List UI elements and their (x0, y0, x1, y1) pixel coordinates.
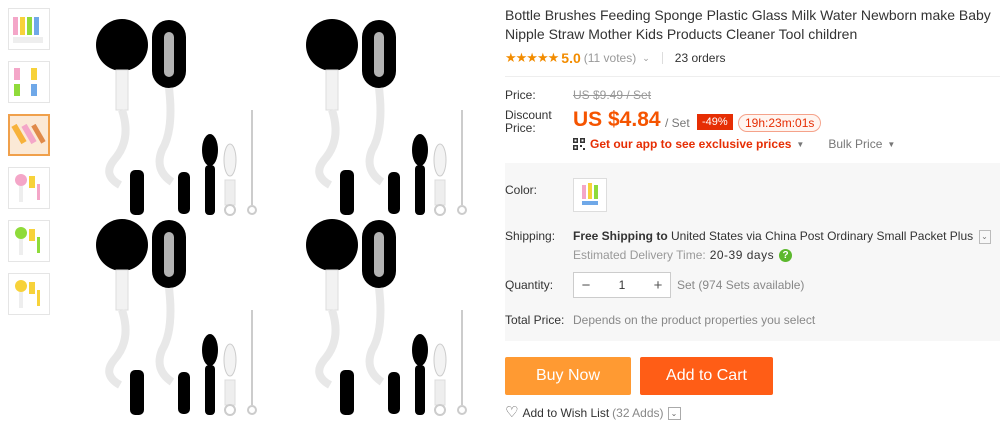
wish-list-link[interactable]: Add to Wish List (522, 406, 609, 420)
brush-set-yellow: .y .bh{fill:#f7d23a}.y .hd{fill:#f7d23a}… (306, 19, 466, 215)
delivery-days: 20-39 days (709, 248, 775, 262)
brush-set-green: .g .bh{fill:#8fdb3a}.g .hd{fill:#8fdb3a}… (96, 219, 256, 415)
shipping-destination: United States via China Post Ordinary Sm… (671, 229, 974, 243)
total-price-note: Depends on the product properties you se… (573, 313, 816, 327)
quantity-label: Quantity: (505, 278, 554, 292)
increase-quantity-button[interactable]: + (646, 277, 670, 294)
shipping-label: Shipping: (505, 229, 556, 243)
brush-set-pink: .p .bh{fill:#f4a6c8}.p .hd{fill:#f4a6c8}… (96, 19, 256, 215)
thumbnail-strip (8, 8, 52, 326)
heart-icon[interactable]: ♡ (505, 405, 518, 420)
product-title: Bottle Brushes Feeding Sponge Plastic Gl… (505, 7, 991, 42)
shipping-option[interactable]: Free Shipping to United States via China… (573, 229, 991, 244)
original-price: US $9.49 / Set (573, 88, 652, 102)
caret-down-icon[interactable]: ▼ (887, 140, 895, 149)
brush-set-blue: .b .bh{fill:#6fa8e8}.b .hd{fill:#6fa8e8}… (306, 219, 466, 415)
availability-text: Set (974 Sets available) (677, 278, 805, 292)
quantity-stepper: − 1 + (573, 272, 671, 298)
thumbnail-3[interactable] (8, 114, 50, 156)
thumbnail-2[interactable] (8, 61, 50, 103)
discount-price-label-2: Price: (505, 121, 536, 135)
discount-price-label-1: Discount (505, 108, 552, 122)
app-promo-link[interactable]: Get our app to see exclusive prices (590, 137, 791, 151)
caret-down-icon[interactable]: ▼ (796, 140, 804, 149)
quantity-input[interactable]: 1 (598, 278, 646, 292)
chevron-down-icon[interactable]: ⌄ (978, 229, 991, 244)
help-icon[interactable]: ? (779, 248, 793, 262)
rating-row: ★★★★★ 5.0 (11 votes) ⌄ 23 orders (505, 50, 725, 66)
free-shipping-text: Free Shipping to (573, 229, 668, 243)
delivery-label: Estimated Delivery Time: (573, 248, 706, 262)
orders-count: 23 orders (674, 51, 726, 65)
color-label: Color: (505, 183, 538, 197)
product-info-panel: Bottle Brushes Feeding Sponge Plastic Gl… (505, 0, 1000, 432)
price-label: Price: (505, 88, 536, 102)
divider (505, 76, 1000, 77)
delivery-estimate: Estimated Delivery Time: 20-39 days ? (573, 248, 793, 262)
app-promo-row: Get our app to see exclusive prices ▼ Bu… (573, 137, 895, 151)
countdown-timer: 19h:23m:01s (738, 114, 822, 132)
discount-badge: -49% (697, 114, 733, 130)
wish-list-row[interactable]: ♡ Add to Wish List (32 Adds) ⌄ (505, 405, 681, 420)
main-product-image[interactable]: .p .bh{fill:#f4a6c8}.p .hd{fill:#f4a6c8}… (62, 0, 486, 432)
thumbnail-6[interactable] (8, 273, 50, 315)
current-price: US $4.84 (573, 108, 661, 131)
total-price-label: Total Price: (505, 313, 565, 327)
thumbnail-5[interactable] (8, 220, 50, 262)
bulk-price-link[interactable]: Bulk Price (828, 137, 882, 151)
wish-count: (32 Adds) (612, 406, 664, 420)
decrease-quantity-button[interactable]: − (574, 277, 598, 294)
chevron-down-icon[interactable]: ⌄ (642, 53, 650, 64)
qr-code-icon (573, 138, 585, 150)
star-rating-icons[interactable]: ★★★★★ (505, 50, 559, 66)
buy-now-button[interactable]: Buy Now (505, 357, 631, 395)
divider (661, 52, 663, 64)
rating-score: 5.0 (561, 50, 581, 66)
add-to-cart-button[interactable]: Add to Cart (640, 357, 773, 395)
thumbnail-1[interactable] (8, 8, 50, 50)
price-unit: / Set (665, 116, 690, 130)
chevron-down-icon[interactable]: ⌄ (667, 406, 681, 420)
color-swatch[interactable] (573, 178, 607, 212)
votes-count[interactable]: (11 votes) (584, 51, 636, 65)
thumbnail-4[interactable] (8, 167, 50, 209)
